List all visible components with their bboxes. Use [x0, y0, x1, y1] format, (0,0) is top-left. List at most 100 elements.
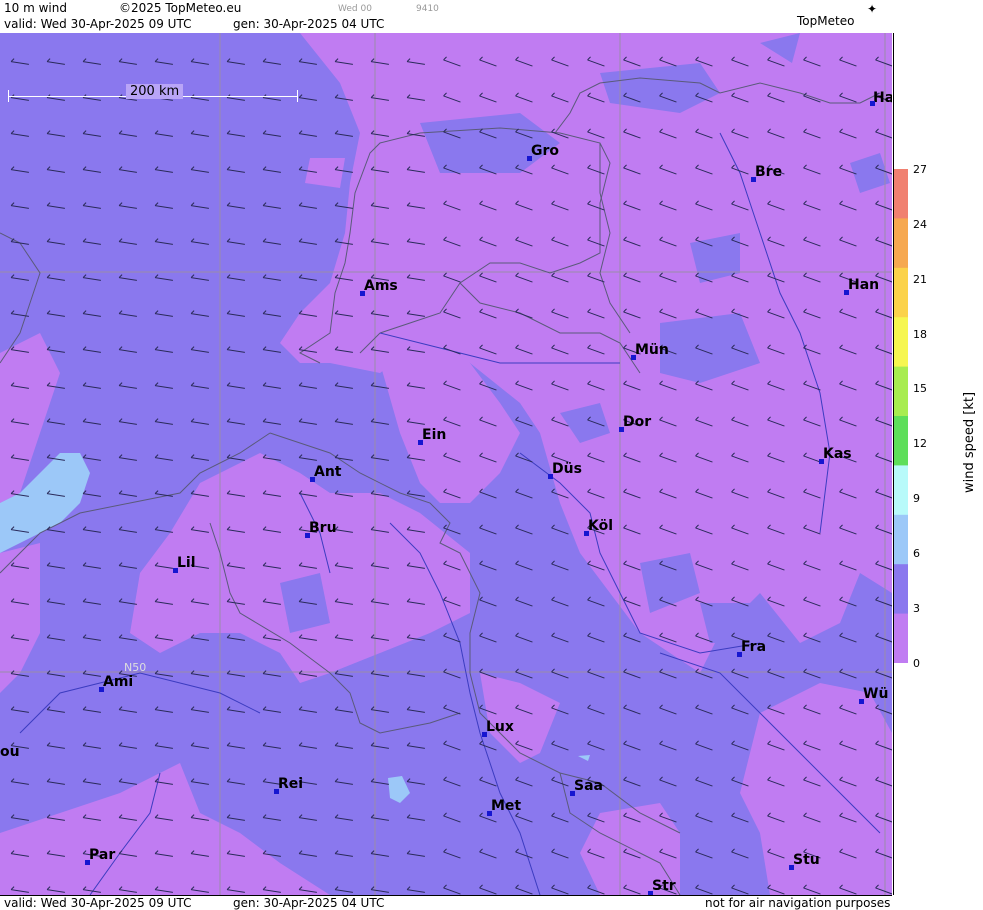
- city-label[interactable]: Lil: [173, 555, 196, 573]
- wind-arrow: [551, 632, 569, 643]
- wind-arrow: [262, 382, 281, 389]
- wind-arrow: [479, 740, 497, 751]
- wind-arrow: [370, 454, 389, 461]
- city-label[interactable]: Gro: [527, 143, 559, 161]
- city-label[interactable]: Ant: [310, 464, 342, 482]
- wind-arrow: [82, 274, 101, 281]
- wind-arrow: [118, 166, 137, 173]
- wind-arrow: [226, 382, 245, 389]
- map-canvas: [0, 33, 892, 895]
- city-label[interactable]: Str: [648, 878, 676, 895]
- wind-arrow: [262, 238, 281, 245]
- wind-arrow: [623, 776, 641, 787]
- footer-valid-time: valid: Wed 30-Apr-2025 09 UTC: [4, 896, 192, 910]
- city-label[interactable]: Bru: [305, 520, 337, 538]
- wind-arrow: [262, 130, 281, 137]
- city-label[interactable]: Mün: [631, 342, 669, 360]
- wind-arrow: [190, 238, 209, 245]
- scale-bar: 200 km: [8, 84, 298, 102]
- wind-arrow: [46, 274, 65, 281]
- wind-arrow: [515, 524, 533, 535]
- city-label[interactable]: Par: [85, 847, 115, 865]
- wind-arrow: [515, 848, 533, 859]
- wind-arrow: [334, 382, 353, 389]
- wind-arrow: [154, 58, 173, 65]
- wind-arrow: [406, 490, 425, 497]
- wind-arrow: [298, 814, 317, 821]
- wind-arrow: [118, 346, 137, 353]
- city-label[interactable]: Bre: [751, 164, 782, 182]
- wind-arrow: [46, 418, 65, 425]
- wind-arrow: [623, 668, 641, 679]
- wind-arrow: [10, 130, 29, 137]
- wind-arrow: [118, 202, 137, 209]
- wind-arrow: [370, 742, 389, 749]
- city-label[interactable]: Ami: [99, 674, 133, 692]
- wind-arrow: [262, 814, 281, 821]
- wind-arrow: [154, 418, 173, 425]
- wind-arrow: [767, 668, 785, 679]
- wind-arrow: [82, 706, 101, 713]
- wind-arrow: [190, 778, 209, 785]
- city-label[interactable]: Köl: [584, 518, 613, 536]
- wind-arrow: [551, 560, 569, 571]
- wind-arrow: [298, 850, 317, 857]
- wind-arrow: [731, 884, 749, 895]
- brand-name: TopMeteo: [797, 14, 855, 28]
- city-label[interactable]: Lux: [482, 719, 514, 737]
- wind-arrow: [587, 632, 605, 643]
- wind-arrow: [10, 814, 29, 821]
- wind-arrow: [731, 848, 749, 859]
- wind-arrow: [118, 562, 137, 569]
- wind-arrow: [623, 740, 641, 751]
- city-label[interactable]: Ha: [870, 90, 892, 106]
- wind-arrow: [443, 668, 461, 679]
- city-label[interactable]: ou: [0, 744, 20, 760]
- wind-arrow: [190, 274, 209, 281]
- wind-arrow: [443, 848, 461, 859]
- topmeteo-logo: TopMeteo ✦: [797, 2, 889, 32]
- wind-arrow: [190, 382, 209, 389]
- city-label[interactable]: Stu: [789, 852, 820, 870]
- wind-arrow: [370, 850, 389, 857]
- city-label[interactable]: Rei: [274, 776, 303, 794]
- wind-arrow: [623, 704, 641, 715]
- city-label[interactable]: Met: [487, 798, 521, 816]
- city-label[interactable]: Düs: [548, 461, 582, 479]
- legend-tick: 9: [913, 492, 920, 505]
- wind-arrow: [659, 704, 677, 715]
- wind-map[interactable]: 200 km N50 Ha Gro Bre Ams Han Mün Dor Ei…: [0, 33, 892, 895]
- wind-arrow: [587, 668, 605, 679]
- wind-arrow: [46, 778, 65, 785]
- city-label[interactable]: Ams: [360, 278, 398, 296]
- city-label[interactable]: Ein: [418, 427, 446, 445]
- wind-arrow: [803, 668, 821, 679]
- wind-arrow: [118, 778, 137, 785]
- wind-arrow: [154, 202, 173, 209]
- legend-color-swatch: [894, 564, 908, 615]
- wind-arrow: [515, 776, 533, 787]
- wind-arrow: [262, 742, 281, 749]
- wind-arrow: [659, 668, 677, 679]
- city-label[interactable]: Saa: [570, 778, 603, 796]
- wind-arrow: [46, 202, 65, 209]
- wind-arrow: [551, 884, 569, 895]
- wind-arrow: [551, 668, 569, 679]
- city-label[interactable]: Fra: [737, 639, 766, 657]
- legend-tick: 27: [913, 163, 927, 176]
- wind-arrow: [406, 814, 425, 821]
- wind-arrow: [406, 778, 425, 785]
- city-label[interactable]: Kas: [819, 446, 852, 464]
- wind-arrow: [479, 884, 497, 895]
- wind-arrow: [443, 740, 461, 751]
- city-label[interactable]: Han: [844, 277, 879, 295]
- wind-arrow: [190, 454, 209, 461]
- city-label[interactable]: Wü: [859, 686, 888, 704]
- wind-arrow: [82, 742, 101, 749]
- city-label[interactable]: Dor: [619, 414, 651, 432]
- wind-arrow: [262, 706, 281, 713]
- wind-arrow: [118, 490, 137, 497]
- wind-arrow: [118, 274, 137, 281]
- legend-color-swatch: [894, 169, 908, 219]
- legend-color-swatch: [894, 218, 908, 269]
